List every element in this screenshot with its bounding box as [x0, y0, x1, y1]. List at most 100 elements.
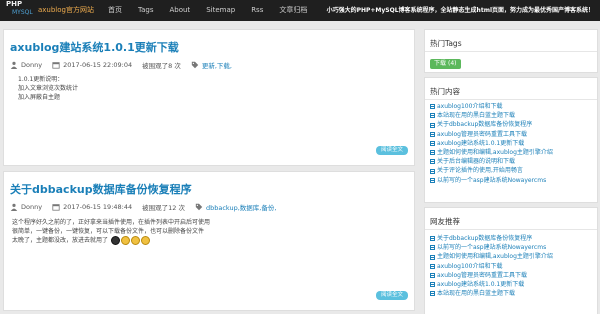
list-item[interactable]: 关于后台编辑器的说明和下载 — [430, 157, 553, 166]
post-views: 被围观了8 次 — [142, 62, 181, 70]
list-item[interactable]: axublog管理员密码重置工具下载 — [430, 271, 553, 280]
read-more-button[interactable]: 阅读全文 — [375, 291, 408, 300]
excerpt-line-text: 太晚了，主题都没改，放进去就用了 — [12, 237, 109, 244]
nav-sitemap[interactable]: Sitemap — [206, 0, 235, 21]
list-item-label: 本站现在用的黑白蓝主题下载 — [437, 112, 516, 120]
nav-rss[interactable]: Rss — [251, 0, 263, 21]
tag-count: (4) — [448, 60, 457, 67]
recommended-box: 网友推荐 关于dbbackup数据库备份恢复程序 以前写的一个asp建站系统No… — [424, 207, 598, 314]
list-item-label: 以前写的一个asp建站系统Nowayercms — [437, 244, 547, 252]
read-more-button[interactable]: 阅读全文 — [375, 146, 408, 155]
hot-content-list: axublog100介绍和下载 本站现在用的黑白蓝主题下载 关于dbbackup… — [430, 102, 553, 185]
tag-icon — [191, 61, 199, 69]
list-item-label: 关于dbbackup数据库备份恢复程序 — [437, 235, 533, 242]
nav-archive[interactable]: 文章归档 — [279, 0, 307, 21]
list-bullet-icon — [430, 245, 435, 251]
list-item-label: 以前写的一个asp建站系统Nowayercms — [437, 176, 547, 184]
emoji-icon — [110, 236, 120, 245]
list-item-label: axublog100介绍和下载 — [437, 103, 503, 110]
post-title-link[interactable]: 关于dbbackup数据库备份恢复程序 — [10, 181, 192, 197]
post-meta: Donny 2017-06-15 22:09:04 被围观了8 次 更新,下载, — [10, 60, 242, 70]
list-bullet-icon — [430, 113, 435, 119]
list-item-label: axublog管理员密码重置工具下载 — [437, 130, 527, 138]
excerpt-line: 加入屏蔽自主题 — [18, 94, 61, 101]
excerpt-line: 1.0.1更新说明： — [18, 76, 64, 83]
list-item[interactable]: 主题如何使用和编辑,axublog主题引擎介绍 — [430, 148, 553, 157]
site-logo[interactable]: PHP MYSQL — [2, 0, 33, 21]
list-item[interactable]: 关于dbbackup数据库备份恢复程序 — [430, 120, 553, 129]
list-item-label: axublog管理员密码重置工具下载 — [437, 271, 527, 279]
list-bullet-icon — [430, 177, 435, 183]
nav-tags[interactable]: Tags — [138, 0, 154, 21]
post-tags-link[interactable]: 更新,下载, — [202, 60, 232, 70]
emoji-icon — [130, 236, 140, 245]
tag-badge[interactable]: 下载 (4) — [430, 59, 461, 69]
list-bullet-icon — [430, 104, 435, 110]
hot-tags-title: 热门Tags — [430, 39, 462, 48]
list-bullet-icon — [430, 150, 435, 156]
nav-brand-link[interactable]: axublog官方网站 — [38, 0, 94, 21]
list-bullet-icon — [430, 254, 435, 260]
list-item-label: axublog建站系统1.0.1更新下载 — [437, 139, 525, 147]
list-item[interactable]: axublog100介绍和下载 — [430, 262, 553, 271]
list-bullet-icon — [430, 236, 435, 242]
post-card: axublog建站系统1.0.1更新下载 Donny 2017-06-15 22… — [3, 29, 415, 166]
post-date: 2017-06-15 19:48:44 — [63, 203, 133, 211]
hot-tags-box: 热门Tags 下载 (4) — [424, 29, 598, 73]
list-item[interactable]: 本站现在用的黑白蓝主题下载 — [430, 111, 553, 120]
logo-mysql-text: MYSQL — [12, 9, 33, 16]
post-excerpt: 这个程序好久之前的了，正好拿来当插件使用，在插件列表中开启后可使用 很简单，一键… — [12, 218, 210, 245]
calendar-icon — [52, 62, 60, 69]
post-tags-link[interactable]: dbbackup,数据库,备份, — [206, 202, 276, 212]
post-author: Donny — [21, 203, 43, 211]
nav-home[interactable]: 首页 — [108, 0, 122, 21]
list-bullet-icon — [430, 263, 435, 269]
post-title-link[interactable]: axublog建站系统1.0.1更新下载 — [10, 39, 179, 55]
list-bullet-icon — [430, 272, 435, 278]
recommended-list: 关于dbbackup数据库备份恢复程序 以前写的一个asp建站系统Nowayer… — [430, 234, 553, 298]
top-navbar: PHP MYSQL axublog官方网站 首页 Tags About Site… — [0, 0, 600, 21]
hot-content-title: 热门内容 — [430, 87, 460, 96]
divider — [425, 51, 597, 52]
post-card: 关于dbbackup数据库备份恢复程序 Donny 2017-06-15 19:… — [3, 171, 415, 311]
list-item[interactable]: 以前写的一个asp建站系统Nowayercms — [430, 243, 553, 252]
list-item[interactable]: axublog管理员密码重置工具下载 — [430, 130, 553, 139]
list-item-label: 关于dbbackup数据库备份恢复程序 — [437, 121, 533, 129]
user-icon — [10, 61, 18, 69]
list-item-label: 本站现在用的黑白蓝主题下载 — [437, 290, 516, 298]
list-item[interactable]: axublog建站系统1.0.1更新下载 — [430, 139, 553, 148]
list-item-label: 关于后台编辑器的说明和下载 — [437, 158, 516, 166]
list-item[interactable]: 本站现在用的黑白蓝主题下载 — [430, 289, 553, 298]
recommended-title: 网友推荐 — [430, 217, 460, 226]
list-item[interactable]: axublog100介绍和下载 — [430, 102, 553, 111]
site-tagline: 小巧强大的PHP+MySQL博客系统程序，全站静态生成html页面，努力成为最优… — [326, 7, 594, 14]
list-item-label: 主题如何使用和编辑,axublog主题引擎介绍 — [437, 253, 553, 261]
excerpt-line: 很简单，一键备份，一键恢复，可以下载备份文件，也可以删除备份文件 — [12, 228, 205, 235]
excerpt-line: 太晚了，主题都没改，放进去就用了 — [12, 236, 210, 245]
list-item[interactable]: 主题如何使用和编辑,axublog主题引擎介绍 — [430, 252, 553, 261]
post-author: Donny — [21, 61, 43, 69]
list-item-label: 主题如何使用和编辑,axublog主题引擎介绍 — [437, 149, 553, 157]
list-item[interactable]: 关于评论插件的使用,开始用畅言 — [430, 166, 553, 175]
list-item[interactable]: 以前写的一个asp建站系统Nowayercms — [430, 176, 553, 185]
emoji-icon — [120, 236, 130, 245]
nav-about[interactable]: About — [169, 0, 190, 21]
divider — [425, 229, 597, 230]
post-meta: Donny 2017-06-15 19:48:44 被围观了12 次 dbbac… — [10, 202, 286, 212]
list-bullet-icon — [430, 140, 435, 146]
list-bullet-icon — [430, 122, 435, 128]
emoji-icon — [140, 236, 150, 245]
list-item-label: axublog100介绍和下载 — [437, 262, 503, 270]
list-bullet-icon — [430, 282, 435, 288]
post-excerpt: 1.0.1更新说明： 加入文章浏览次数统计 加入屏蔽自主题 — [18, 75, 78, 102]
list-item[interactable]: axublog建站系统1.0.1更新下载 — [430, 280, 553, 289]
user-icon — [10, 203, 18, 211]
list-item[interactable]: 关于dbbackup数据库备份恢复程序 — [430, 234, 553, 243]
list-bullet-icon — [430, 168, 435, 174]
hot-content-box: 热门内容 axublog100介绍和下载 本站现在用的黑白蓝主题下载 关于dbb… — [424, 77, 598, 203]
post-views: 被围观了12 次 — [142, 204, 185, 212]
list-bullet-icon — [430, 159, 435, 165]
post-date: 2017-06-15 22:09:04 — [63, 61, 133, 69]
calendar-icon — [52, 204, 60, 211]
list-bullet-icon — [430, 131, 435, 137]
